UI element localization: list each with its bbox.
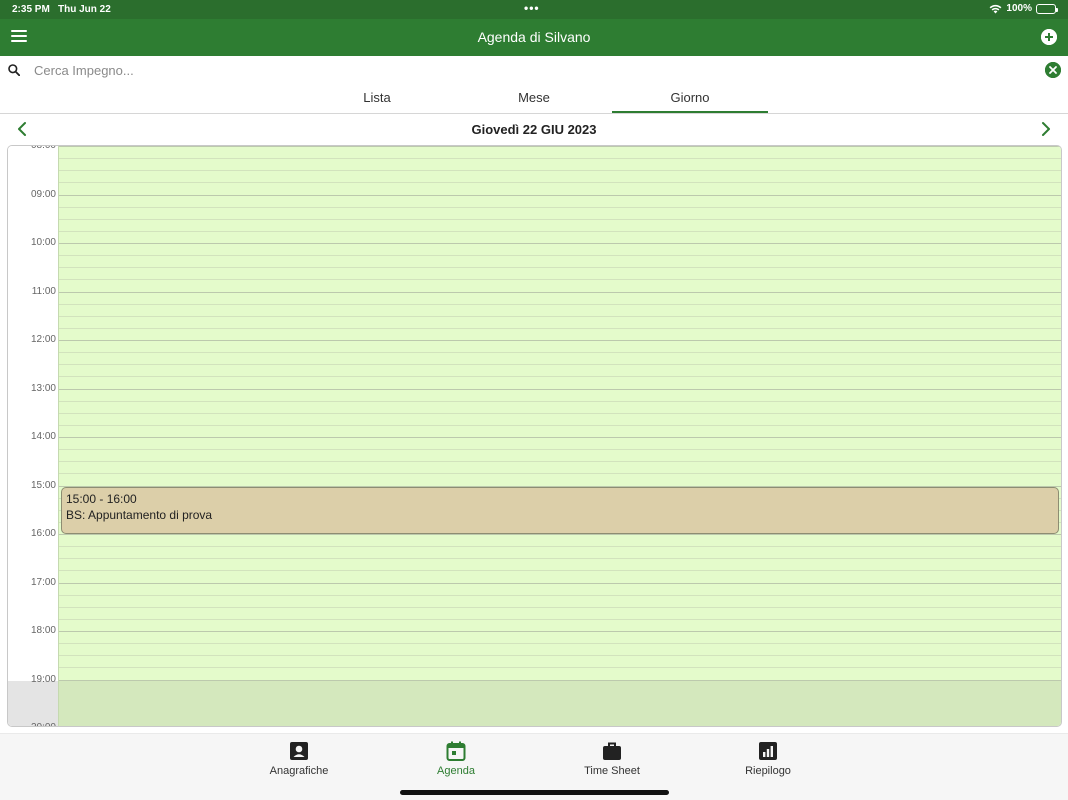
off-hours-shade bbox=[59, 681, 1061, 726]
bottom-tab-label: Agenda bbox=[437, 765, 475, 777]
hour-gridline bbox=[59, 340, 1061, 341]
off-hours-shade bbox=[8, 681, 58, 726]
quarter-gridline bbox=[59, 267, 1061, 269]
quarter-gridline bbox=[59, 315, 1061, 317]
close-circle-icon bbox=[1045, 62, 1061, 78]
quarter-gridline bbox=[59, 449, 1061, 451]
hour-label: 10:00 bbox=[30, 237, 56, 248]
quarter-gridline bbox=[59, 424, 1061, 426]
hour-label: 08:00 bbox=[30, 145, 56, 151]
hour-label: 14:00 bbox=[30, 431, 56, 442]
quarter-gridline bbox=[59, 255, 1061, 257]
chevron-right-icon[interactable] bbox=[1036, 120, 1054, 138]
quarter-gridline bbox=[59, 364, 1061, 366]
quarter-gridline bbox=[59, 643, 1061, 645]
hour-gridline bbox=[59, 582, 1061, 584]
hour-gridline bbox=[59, 146, 1061, 147]
quarter-gridline bbox=[59, 546, 1061, 548]
quarter-gridline bbox=[59, 352, 1061, 354]
event-title: BS: Appuntamento di prova bbox=[66, 508, 213, 522]
quarter-gridline bbox=[59, 667, 1061, 669]
page-title: Agenda di Silvano bbox=[477, 29, 591, 45]
plus-circle-icon bbox=[1041, 29, 1057, 45]
quarter-gridline bbox=[59, 218, 1061, 220]
hour-label: 20:00 bbox=[8, 722, 57, 726]
hour-gridline bbox=[59, 437, 1061, 438]
event-time: 15:00 - 16:00 bbox=[66, 492, 137, 506]
quarter-gridline bbox=[59, 618, 1061, 620]
current-day-title: Giovedì 22 GIU 2023 bbox=[471, 122, 597, 137]
status-time: 2:35 PM bbox=[12, 4, 50, 15]
hour-label: 13:00 bbox=[30, 382, 56, 394]
bottom-tab-time-sheet[interactable]: Time Sheet bbox=[552, 740, 672, 777]
quarter-gridline bbox=[59, 473, 1061, 475]
quarter-gridline bbox=[59, 558, 1061, 560]
hour-gridline bbox=[59, 534, 1061, 535]
hour-gridline bbox=[59, 388, 1061, 390]
quarter-gridline bbox=[59, 182, 1061, 184]
hour-gridline bbox=[59, 291, 1061, 293]
battery-icon bbox=[1036, 3, 1058, 14]
bottom-tab-anagrafiche[interactable]: Anagrafiche bbox=[239, 740, 359, 777]
hour-label: 16:00 bbox=[30, 528, 56, 539]
hour-label: 11:00 bbox=[31, 285, 56, 297]
quarter-gridline bbox=[59, 655, 1061, 657]
battery-percent: 100% bbox=[1006, 3, 1032, 14]
hour-label: 12:00 bbox=[30, 334, 56, 345]
quarter-gridline bbox=[59, 303, 1061, 305]
status-right: 100% bbox=[989, 3, 1058, 14]
quarter-gridline bbox=[59, 158, 1061, 160]
bottom-tab-label: Anagrafiche bbox=[269, 765, 329, 777]
multitasking-dots[interactable]: ••• bbox=[524, 1, 540, 15]
calendar-icon bbox=[446, 741, 466, 761]
quarter-gridline bbox=[59, 279, 1061, 281]
wifi-icon bbox=[990, 4, 1002, 13]
bottom-tab-label: Time Sheet bbox=[584, 765, 640, 777]
home-indicator[interactable] bbox=[400, 790, 669, 795]
search-input[interactable] bbox=[34, 61, 934, 79]
search-bar bbox=[0, 56, 1068, 84]
quarter-gridline bbox=[59, 461, 1061, 463]
day-navigation: Giovedì 22 GIU 2023 bbox=[0, 114, 1068, 144]
event-card[interactable]: 15:00 - 16:00 BS: Appuntamento di prova bbox=[61, 487, 1059, 534]
clear-search-button[interactable] bbox=[1045, 62, 1061, 78]
hour-gridline bbox=[59, 631, 1061, 632]
search-icon bbox=[8, 64, 20, 76]
bottom-tab-riepilogo[interactable]: Riepilogo bbox=[708, 740, 828, 777]
tab-lista[interactable]: Lista bbox=[299, 84, 455, 113]
tab-mese[interactable]: Mese bbox=[456, 84, 612, 113]
bottom-tab-agenda[interactable]: Agenda bbox=[396, 740, 516, 777]
time-grid[interactable]: 15:00 - 16:00 BS: Appuntamento di prova bbox=[58, 146, 1061, 726]
quarter-gridline bbox=[59, 170, 1061, 172]
tab-giorno[interactable]: Giorno bbox=[612, 84, 768, 113]
quarter-gridline bbox=[59, 206, 1061, 208]
quarter-gridline bbox=[59, 570, 1061, 572]
quarter-gridline bbox=[59, 606, 1061, 608]
quarter-gridline bbox=[59, 400, 1061, 402]
quarter-gridline bbox=[59, 412, 1061, 414]
hour-gridline bbox=[59, 243, 1061, 244]
bottom-tab-label: Riepilogo bbox=[745, 765, 791, 777]
status-date: Thu Jun 22 bbox=[58, 4, 111, 15]
report-chart-icon bbox=[759, 742, 777, 760]
briefcase-icon bbox=[603, 742, 621, 760]
view-tabs: Lista Mese Giorno bbox=[0, 84, 1068, 114]
day-schedule[interactable]: 08:00 09:00 10:00 11:00 12:00 13:00 14:00 15:00… bbox=[7, 145, 1062, 727]
quarter-gridline bbox=[59, 230, 1061, 232]
quarter-gridline bbox=[59, 594, 1061, 596]
hour-label: 09:00 bbox=[30, 188, 56, 200]
quarter-gridline bbox=[59, 327, 1061, 329]
hour-label: 15:00 bbox=[30, 479, 56, 491]
add-event-button[interactable] bbox=[1041, 29, 1057, 45]
hour-gridline bbox=[59, 194, 1061, 196]
hour-label: 18:00 bbox=[30, 625, 56, 636]
quarter-gridline bbox=[59, 376, 1061, 378]
hour-label: 17:00 bbox=[30, 576, 56, 588]
app-header: Agenda di Silvano bbox=[0, 19, 1068, 56]
status-bar: 2:35 PM Thu Jun 22 ••• 100% bbox=[0, 0, 1068, 19]
hour-column: 08:00 09:00 10:00 11:00 12:00 13:00 14:00 15:00… bbox=[8, 146, 58, 726]
contact-card-icon bbox=[290, 742, 308, 760]
hour-label: 19:00 bbox=[30, 673, 56, 685]
